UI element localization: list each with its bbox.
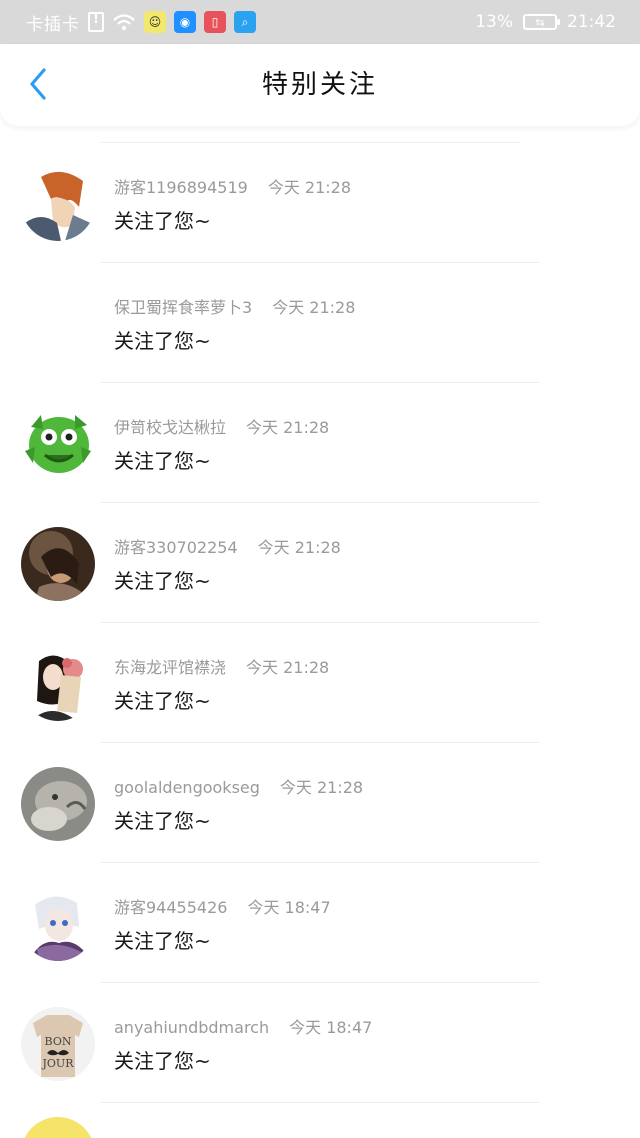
user-name[interactable]: 游客1196894519 bbox=[114, 178, 248, 197]
nav-header: 特别关注 bbox=[0, 44, 640, 126]
battery-icon: ⇆ bbox=[523, 14, 560, 30]
svg-text:JOUR: JOUR bbox=[42, 1057, 75, 1070]
list-item[interactable]: 游客330702254 今天 21:28 关注了您~ bbox=[0, 503, 640, 623]
avatar[interactable] bbox=[21, 767, 95, 841]
avatar[interactable] bbox=[21, 287, 95, 361]
item-meta: 游客94455426 今天 18:47 bbox=[114, 894, 331, 918]
user-name[interactable]: 游客94455426 bbox=[114, 898, 227, 917]
item-meta: 保卫蜀挥食率萝卜3 今天 21:28 bbox=[114, 294, 355, 318]
item-meta: 游客1196894519 今天 21:28 bbox=[114, 174, 351, 198]
item-meta: 伊笥校戈达楸拉 今天 21:28 bbox=[114, 414, 329, 438]
item-meta: anyahiundbdmarch 今天 18:47 bbox=[114, 1014, 372, 1038]
list-item[interactable]: 东海龙评馆襟浇 今天 21:28 关注了您~ bbox=[0, 623, 640, 743]
item-meta: goolaldengookseg 今天 21:28 bbox=[114, 774, 363, 798]
carrier-label: 卡插卡 bbox=[26, 14, 80, 35]
message-text: 关注了您~ bbox=[114, 449, 211, 473]
avatar[interactable] bbox=[21, 407, 95, 481]
app-icon-search: ⌕ bbox=[234, 11, 256, 33]
user-name[interactable]: 伊笥校戈达楸拉 bbox=[114, 418, 226, 437]
avatar[interactable] bbox=[21, 887, 95, 961]
list-item-partial[interactable] bbox=[0, 1103, 640, 1138]
list-item[interactable]: 游客1196894519 今天 21:28 关注了您~ bbox=[0, 143, 640, 263]
wifi-icon bbox=[113, 14, 135, 31]
clock: 21:42 bbox=[567, 12, 616, 32]
notification-list: 游客1196894519 今天 21:28 关注了您~ 保卫蜀挥食率萝卜3 今天 2… bbox=[0, 142, 640, 1138]
item-meta: 游客330702254 今天 21:28 bbox=[114, 534, 341, 558]
status-bar: 卡插卡 ☺ ◉ ▯ ⌕ 13% ⇆ 21:42 bbox=[0, 0, 640, 44]
list-item[interactable]: 伊笥校戈达楸拉 今天 21:28 关注了您~ bbox=[0, 383, 640, 503]
message-text: 关注了您~ bbox=[114, 569, 211, 593]
timestamp: 今天 21:28 bbox=[246, 658, 330, 677]
page-title: 特别关注 bbox=[261, 70, 378, 100]
status-right: 13% ⇆ 21:42 bbox=[475, 0, 616, 44]
timestamp: 今天 18:47 bbox=[289, 1018, 373, 1037]
timestamp: 今天 21:28 bbox=[267, 178, 352, 197]
avatar[interactable]: BON JOUR bbox=[21, 1007, 95, 1081]
user-name[interactable]: 东海龙评馆襟浇 bbox=[114, 658, 226, 677]
message-text: 关注了您~ bbox=[114, 809, 211, 833]
user-name[interactable]: goolaldengookseg bbox=[114, 778, 260, 797]
timestamp: 今天 18:47 bbox=[247, 898, 331, 917]
message-text: 关注了您~ bbox=[114, 209, 211, 233]
list-item[interactable]: 游客94455426 今天 18:47 关注了您~ bbox=[0, 863, 640, 983]
timestamp: 今天 21:28 bbox=[257, 538, 341, 557]
list-item[interactable]: 保卫蜀挥食率萝卜3 今天 21:28 关注了您~ bbox=[0, 263, 640, 383]
avatar[interactable] bbox=[21, 167, 95, 241]
list-item[interactable]: BON JOUR anyahiundbdmarch 今天 18:47 关注了您~ bbox=[0, 983, 640, 1103]
status-left: 卡插卡 ☺ ◉ ▯ ⌕ bbox=[26, 0, 256, 44]
app-icon-face: ☺ bbox=[144, 11, 166, 33]
item-meta: 东海龙评馆襟浇 今天 21:28 bbox=[114, 654, 329, 678]
svg-text:BON: BON bbox=[45, 1035, 72, 1048]
avatar[interactable] bbox=[21, 1117, 95, 1138]
avatar[interactable] bbox=[21, 647, 95, 721]
app-icon-bulb: ◉ bbox=[174, 11, 196, 33]
message-text: 关注了您~ bbox=[114, 329, 211, 353]
user-name[interactable]: 保卫蜀挥食率萝卜3 bbox=[114, 298, 252, 317]
avatar[interactable] bbox=[21, 527, 95, 601]
message-text: 关注了您~ bbox=[114, 689, 211, 713]
list-item[interactable]: goolaldengookseg 今天 21:28 关注了您~ bbox=[0, 743, 640, 863]
message-text: 关注了您~ bbox=[114, 1049, 211, 1073]
message-text: 关注了您~ bbox=[114, 929, 211, 953]
timestamp: 今天 21:28 bbox=[272, 298, 356, 317]
app-icon-book: ▯ bbox=[204, 11, 226, 33]
user-name[interactable]: 游客330702254 bbox=[114, 538, 238, 557]
timestamp: 今天 21:28 bbox=[279, 778, 364, 797]
user-name[interactable]: anyahiundbdmarch bbox=[114, 1018, 269, 1037]
timestamp: 今天 21:28 bbox=[246, 418, 330, 437]
sim-alert-icon bbox=[88, 12, 104, 32]
battery-percent: 13% bbox=[475, 12, 513, 32]
